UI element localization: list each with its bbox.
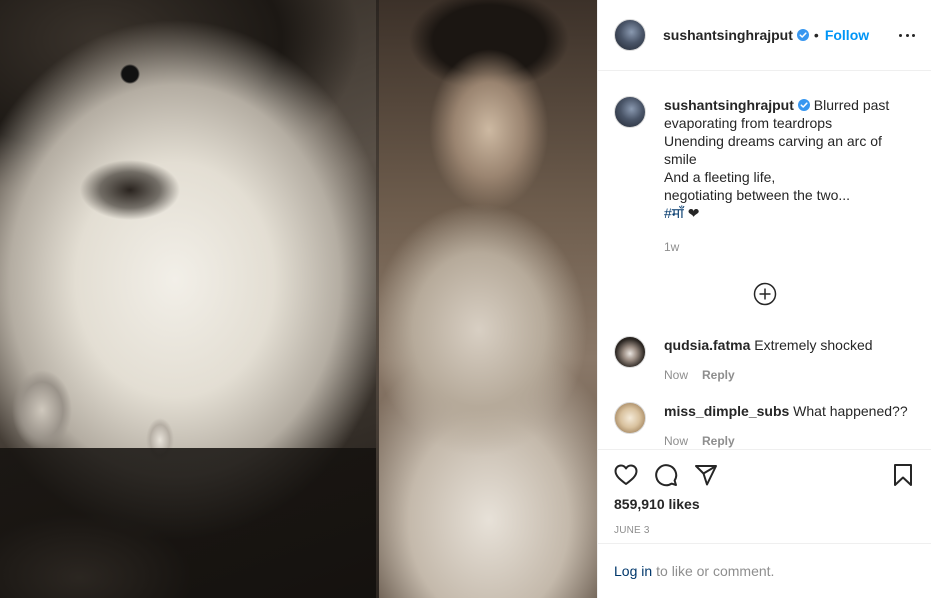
follow-button[interactable]: Follow <box>825 27 869 43</box>
reply-button[interactable]: Reply <box>702 432 735 448</box>
photo-right-portrait <box>379 0 597 598</box>
hashtag-link[interactable]: #माँ <box>664 205 684 221</box>
commenter-username[interactable]: qudsia.fatma <box>664 337 750 353</box>
reply-button[interactable]: Reply <box>702 366 735 384</box>
post-image[interactable] <box>0 0 597 598</box>
author-block: sushantsinghrajput • Follow <box>663 27 869 43</box>
author-username[interactable]: sushantsinghrajput <box>663 27 793 43</box>
plus-circle-icon[interactable] <box>753 282 777 306</box>
login-prompt: Log in to like or comment. <box>598 543 931 598</box>
post-caption: sushantsinghrajput Blurred past evaporat… <box>614 96 915 256</box>
comments-section[interactable]: sushantsinghrajput Blurred past evaporat… <box>598 72 931 448</box>
caption-author-avatar[interactable] <box>614 96 646 128</box>
login-link[interactable]: Log in <box>614 563 652 579</box>
caption-hashtag-line: #माँ ❤ <box>664 204 915 222</box>
comment-text: What happened?? <box>793 403 908 419</box>
commenter-avatar[interactable] <box>614 402 646 434</box>
caption-line: smile <box>664 151 697 167</box>
verified-badge-icon <box>796 29 809 41</box>
post-header: sushantsinghrajput • Follow <box>598 0 931 71</box>
comment-meta: Now Reply <box>664 366 915 384</box>
caption-line: And a fleeting life, <box>664 169 776 185</box>
share-icon[interactable] <box>694 463 718 487</box>
more-dot <box>899 33 902 37</box>
photo-left-shadow <box>0 448 378 598</box>
author-avatar[interactable] <box>614 19 646 51</box>
post-side-panel: sushantsinghrajput • Follow sushantsingh… <box>597 0 931 598</box>
post-actions: 859,910 likes JUNE 3 <box>598 449 931 543</box>
caption-username[interactable]: sushantsinghrajput <box>664 97 794 113</box>
bookmark-icon[interactable] <box>891 463 915 487</box>
verified-badge-icon <box>797 99 810 111</box>
more-dot <box>905 33 909 37</box>
caption-age[interactable]: 1w <box>664 238 915 256</box>
login-suffix: to like or comment. <box>656 563 775 579</box>
separator-dot: • <box>813 27 819 43</box>
heart-emoji: ❤ <box>687 205 700 221</box>
commenter-avatar[interactable] <box>614 336 646 368</box>
comment-age[interactable]: Now <box>664 432 688 448</box>
caption-line: evaporating from teardrops <box>664 115 833 131</box>
caption-line: Unending dreams carving an arc of <box>664 133 882 149</box>
more-options-icon[interactable] <box>899 27 915 43</box>
comment-meta: Now Reply <box>664 432 915 448</box>
heart-icon[interactable] <box>614 463 638 487</box>
comment-body: miss_dimple_subs What happened?? Now Rep… <box>664 402 915 448</box>
comment-age[interactable]: Now <box>664 366 688 384</box>
comment-text: Extremely shocked <box>754 337 873 353</box>
comment-body: qudsia.fatma Extremely shocked Now Reply <box>664 336 915 384</box>
commenter-username[interactable]: miss_dimple_subs <box>664 403 789 419</box>
caption-body: sushantsinghrajput Blurred past evaporat… <box>664 96 915 256</box>
caption-line: Blurred past <box>813 97 890 113</box>
more-dot <box>912 33 915 37</box>
photo-left-portrait <box>0 0 378 598</box>
post-date[interactable]: JUNE 3 <box>614 525 915 536</box>
comment-icon[interactable] <box>654 463 678 487</box>
comment-item: qudsia.fatma Extremely shocked Now Reply <box>614 336 915 384</box>
action-icons <box>614 450 915 496</box>
caption-line: negotiating between the two... <box>664 187 851 203</box>
likes-count[interactable]: 859,910 likes <box>614 496 915 512</box>
comment-item: miss_dimple_subs What happened?? Now Rep… <box>614 402 915 448</box>
load-more-comments <box>614 282 915 306</box>
